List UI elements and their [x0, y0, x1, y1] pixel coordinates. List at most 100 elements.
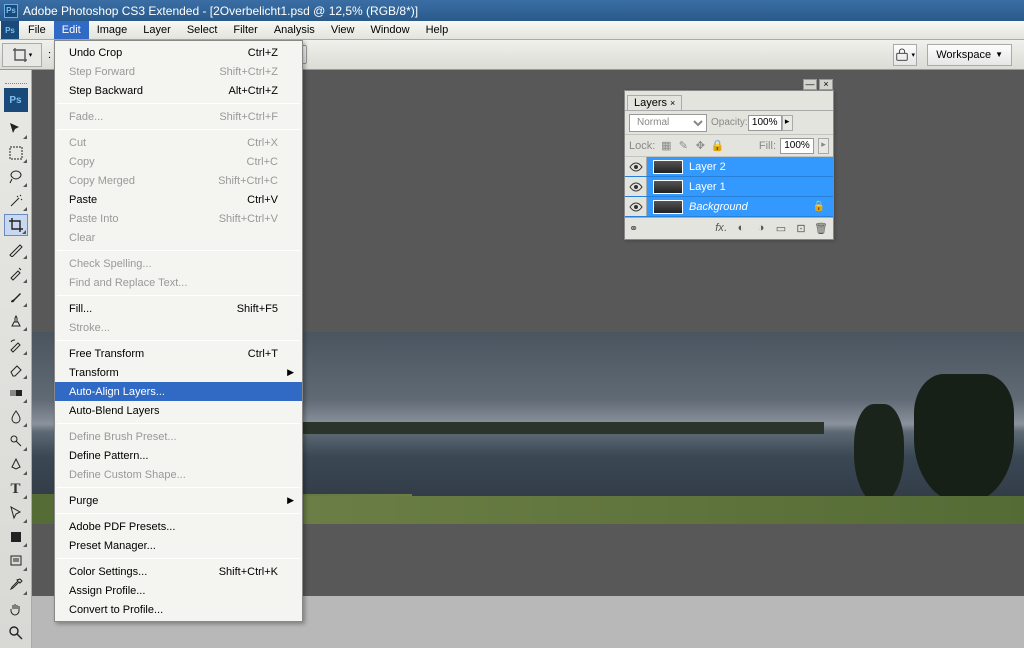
menu-item-label: Stroke...	[69, 322, 278, 334]
notes-tool[interactable]	[4, 550, 28, 572]
tab-close-icon[interactable]: ×	[670, 98, 675, 108]
menu-item-purge[interactable]: Purge▶	[55, 491, 302, 510]
menu-image[interactable]: Image	[89, 21, 136, 39]
marquee-tool[interactable]	[4, 142, 28, 164]
adjustment-layer-icon[interactable]: ◑	[753, 222, 769, 235]
layer-thumbnail[interactable]	[653, 200, 683, 214]
layer-name[interactable]: Layer 1	[689, 181, 726, 193]
menu-item-auto-blend-layers[interactable]: Auto-Blend Layers	[55, 401, 302, 420]
delete-layer-icon[interactable]: 🗑	[813, 222, 829, 235]
brush-tool[interactable]	[4, 286, 28, 308]
history-brush-tool[interactable]	[4, 334, 28, 356]
menu-item-undo-crop[interactable]: Undo CropCtrl+Z	[55, 43, 302, 62]
opacity-input[interactable]	[748, 115, 782, 131]
lock-image-icon[interactable]: ✎	[676, 139, 690, 153]
menu-item-adobe-pdf-presets[interactable]: Adobe PDF Presets...	[55, 517, 302, 536]
layer-row[interactable]: Layer 2	[625, 157, 833, 177]
magic-wand-tool[interactable]	[4, 190, 28, 212]
menu-item-label: Check Spelling...	[69, 258, 278, 270]
menu-item-label: Color Settings...	[69, 566, 219, 578]
visibility-eye-icon[interactable]	[625, 197, 647, 216]
type-tool[interactable]: T	[4, 478, 28, 500]
lasso-tool[interactable]	[4, 166, 28, 188]
menu-item-label: Undo Crop	[69, 47, 248, 59]
palette-grip[interactable]	[5, 74, 27, 84]
menu-help[interactable]: Help	[418, 21, 457, 39]
link-layers-icon[interactable]: ⚭	[629, 222, 638, 235]
fill-slider-button[interactable]: ▸	[818, 138, 829, 154]
layer-mask-icon[interactable]: ◐	[733, 222, 749, 235]
menu-item-label: Preset Manager...	[69, 540, 278, 552]
menu-item-paste[interactable]: PasteCtrl+V	[55, 190, 302, 209]
menu-view[interactable]: View	[323, 21, 363, 39]
eraser-tool[interactable]	[4, 358, 28, 380]
shape-tool[interactable]	[4, 526, 28, 548]
eyedropper-tool[interactable]	[4, 574, 28, 596]
menu-layer[interactable]: Layer	[135, 21, 179, 39]
menu-item-assign-profile[interactable]: Assign Profile...	[55, 581, 302, 600]
menu-item-copy-merged: Copy MergedShift+Ctrl+C	[55, 171, 302, 190]
zoom-tool[interactable]	[4, 622, 28, 644]
pen-tool[interactable]	[4, 454, 28, 476]
menu-window[interactable]: Window	[362, 21, 417, 39]
menu-item-check-spelling: Check Spelling...	[55, 254, 302, 273]
menu-item-transform[interactable]: Transform▶	[55, 363, 302, 382]
workspace-menu[interactable]: Workspace ▼	[927, 44, 1012, 66]
blend-mode-select[interactable]: Normal	[629, 114, 707, 132]
hand-tool[interactable]	[4, 598, 28, 620]
menu-item-step-backward[interactable]: Step BackwardAlt+Ctrl+Z	[55, 81, 302, 100]
fill-input[interactable]	[780, 138, 814, 154]
menu-item-label: Adobe PDF Presets...	[69, 521, 278, 533]
visibility-eye-icon[interactable]	[625, 177, 647, 196]
layer-name[interactable]: Layer 2	[689, 161, 726, 173]
layer-thumbnail[interactable]	[653, 160, 683, 174]
go-to-bridge-button[interactable]: ▾	[893, 44, 917, 66]
menu-item-define-pattern[interactable]: Define Pattern...	[55, 446, 302, 465]
menu-item-preset-manager[interactable]: Preset Manager...	[55, 536, 302, 555]
layer-style-icon[interactable]: fx.	[713, 222, 729, 235]
panel-minimize-button[interactable]: —	[803, 79, 817, 90]
lock-transparent-icon[interactable]: ▦	[659, 139, 673, 153]
titlebar: Ps Adobe Photoshop CS3 Extended - [2Over…	[0, 0, 1024, 21]
workspace-label: Workspace	[936, 49, 991, 61]
menu-item-color-settings[interactable]: Color Settings...Shift+Ctrl+K	[55, 562, 302, 581]
fill-label: Fill:	[759, 140, 776, 152]
menu-file[interactable]: File	[20, 21, 54, 39]
tool-preset[interactable]: ▾	[2, 43, 42, 67]
layer-name[interactable]: Background	[689, 201, 748, 213]
lock-all-icon[interactable]: 🔒	[710, 139, 724, 153]
crop-tool[interactable]	[4, 214, 28, 236]
menu-item-free-transform[interactable]: Free TransformCtrl+T	[55, 344, 302, 363]
ps-logo-icon: Ps	[4, 88, 28, 112]
menu-item-convert-to-profile[interactable]: Convert to Profile...	[55, 600, 302, 619]
menu-item-auto-align-layers[interactable]: Auto-Align Layers...	[55, 382, 302, 401]
layer-row[interactable]: Background🔒	[625, 197, 833, 217]
menu-analysis[interactable]: Analysis	[266, 21, 323, 39]
new-layer-icon[interactable]: ⊡	[793, 222, 809, 235]
menu-filter[interactable]: Filter	[225, 21, 265, 39]
panel-close-button[interactable]: ×	[819, 79, 833, 90]
blur-tool[interactable]	[4, 406, 28, 428]
healing-brush-tool[interactable]	[4, 262, 28, 284]
menu-edit[interactable]: Edit	[54, 21, 89, 39]
menu-item-fill[interactable]: Fill...Shift+F5	[55, 299, 302, 318]
slice-tool[interactable]	[4, 238, 28, 260]
gradient-tool[interactable]	[4, 382, 28, 404]
menu-select[interactable]: Select	[179, 21, 226, 39]
menu-separator	[57, 487, 300, 488]
layers-tab[interactable]: Layers ×	[627, 95, 682, 110]
ps-menu-icon[interactable]: Ps	[1, 21, 19, 39]
opacity-slider-button[interactable]: ▸	[782, 115, 793, 131]
submenu-arrow-icon: ▶	[287, 495, 294, 506]
new-group-icon[interactable]: ▭	[773, 222, 789, 235]
visibility-eye-icon[interactable]	[625, 157, 647, 176]
move-tool[interactable]	[4, 118, 28, 140]
clone-stamp-tool[interactable]	[4, 310, 28, 332]
path-select-tool[interactable]	[4, 502, 28, 524]
menu-item-label: Fade...	[69, 111, 219, 123]
menu-item-label: Convert to Profile...	[69, 604, 278, 616]
layer-row[interactable]: Layer 1	[625, 177, 833, 197]
lock-position-icon[interactable]: ✥	[693, 139, 707, 153]
layer-thumbnail[interactable]	[653, 180, 683, 194]
dodge-tool[interactable]	[4, 430, 28, 452]
